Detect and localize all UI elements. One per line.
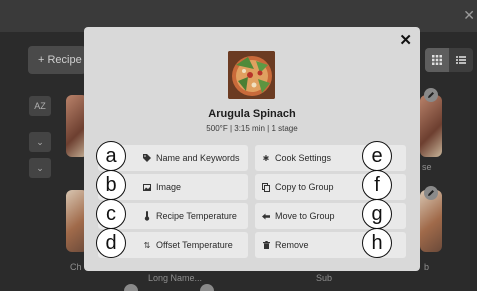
recipe-image [228, 51, 275, 99]
option-label: Image [156, 182, 182, 192]
expand-chevron-button[interactable]: ⌄ [29, 158, 51, 178]
view-toggle [425, 48, 473, 72]
collapse-chevron-button[interactable]: ⌄ [29, 132, 51, 152]
option-label: Remove [275, 240, 309, 250]
image-icon [142, 183, 152, 191]
thermometer-icon [142, 211, 152, 221]
tile-label: b [424, 262, 430, 272]
add-recipe-button[interactable]: + Recipe [28, 46, 86, 74]
list-icon [456, 56, 466, 64]
copy-icon [261, 182, 271, 192]
callout-e: e [362, 141, 392, 171]
recipe-tile[interactable] [420, 95, 442, 157]
edit-pencil-icon[interactable] [200, 284, 214, 291]
background-close-icon[interactable]: ✕ [463, 8, 475, 22]
option-label: Offset Temperature [156, 240, 233, 250]
offset-arrows-icon: ⇅ [143, 240, 151, 250]
recipe-name: Arugula Spinach [208, 108, 296, 120]
trash-icon [261, 241, 271, 249]
edit-pencil-icon[interactable] [424, 186, 438, 200]
sort-az-button[interactable]: AZ [29, 96, 51, 116]
option-label: Copy to Group [275, 182, 334, 192]
tile-label: Long Name... [148, 273, 203, 283]
callout-a: a [96, 141, 126, 171]
tile-label: se [422, 162, 432, 172]
option-label: Recipe Temperature [156, 211, 237, 221]
callout-h: h [362, 228, 392, 258]
move-arrow-icon [261, 213, 271, 220]
grid-icon [432, 55, 442, 65]
edit-pencil-icon[interactable] [124, 284, 138, 291]
tag-icon [142, 154, 152, 162]
option-label: Move to Group [275, 211, 335, 221]
tile-label: Ch [70, 262, 82, 272]
gear-icon: ✱ [262, 153, 270, 163]
callout-b: b [96, 170, 126, 200]
callout-g: g [362, 199, 392, 229]
option-label: Cook Settings [275, 153, 332, 163]
grid-view-button[interactable] [425, 48, 449, 72]
close-icon[interactable]: ✕ [399, 33, 412, 48]
option-label: Name and Keywords [156, 153, 240, 163]
callout-c: c [96, 199, 126, 229]
recipe-details: 500°F | 3:15 min | 1 stage [206, 124, 298, 133]
tile-label: Sub [316, 273, 333, 283]
callout-d: d [96, 228, 126, 258]
edit-pencil-icon[interactable] [424, 88, 438, 102]
chevron-down-icon: ⌄ [36, 162, 44, 173]
list-view-button[interactable] [449, 48, 473, 72]
callout-f: f [362, 170, 392, 200]
chevron-down-icon: ⌄ [36, 136, 44, 147]
